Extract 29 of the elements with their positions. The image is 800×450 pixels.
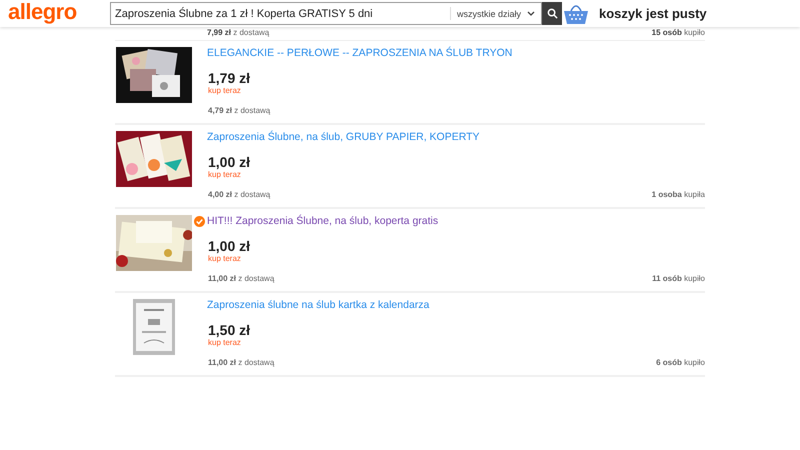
shipping-price: 4,00 zł z dostawą	[208, 190, 270, 201]
listing-title-link[interactable]: Zaproszenia ślubne na ślub kartka z kalendarza	[207, 299, 430, 311]
listing-title-link[interactable]: Zaproszenia Ślubne, na ślub, GRUBY PAPIER, KOPERTY	[207, 131, 480, 143]
price: 1,79 zł	[208, 70, 252, 86]
price: 1,50 zł	[208, 322, 252, 338]
price: 1,00 zł	[208, 238, 252, 254]
search-text: Zaproszenia Ślubne za 1 zł ! Koperta GRATISY 5 dni	[114, 8, 374, 20]
listing-title-link[interactable]: ELEGANCKIE -- PERŁOWE -- ZAPROSZENIA NA ŚLUB TRYON	[207, 47, 512, 59]
buy-now-label: kup teraz	[208, 170, 242, 179]
shipping-price: 7,99 zł z dostawą	[207, 28, 270, 37]
shipping-price: 4,79 zł z dostawą	[208, 106, 270, 117]
listing-title-link[interactable]: HIT!!! Zaproszenia Ślubne, na ślub, koperta gratis	[207, 215, 438, 227]
shipping-price: 11,00 zł z dostawą	[208, 274, 274, 285]
buyers-count: 1 osoba kupiła	[652, 190, 705, 201]
search-button[interactable]	[542, 2, 562, 25]
buy-now-label: kup teraz	[208, 254, 242, 263]
price: 1,00 zł	[208, 154, 252, 170]
buy-now-label: kup teraz	[208, 338, 242, 347]
buyers-count: 6 osób kupiło	[656, 358, 705, 369]
search-icon	[546, 8, 558, 19]
category-dropdown[interactable]: wszystkie działy	[450, 7, 541, 20]
buy-now-label: kup teraz	[208, 86, 242, 95]
logo[interactable]: allegro	[8, 0, 108, 22]
buyers-count: 11 osób kupiło	[652, 274, 705, 285]
shipping-price: 11,00 zł z dostawą	[208, 358, 274, 369]
cart-status[interactable]: koszyk jest pusty	[599, 6, 707, 21]
buyers-count: 15 osób kupiło	[652, 28, 705, 37]
search-field[interactable]: Zaproszenia Ślubne za 1 zł ! Koperta GRATISY 5 dni wszystkie działy	[110, 2, 542, 25]
chevron-down-icon	[527, 10, 535, 16]
